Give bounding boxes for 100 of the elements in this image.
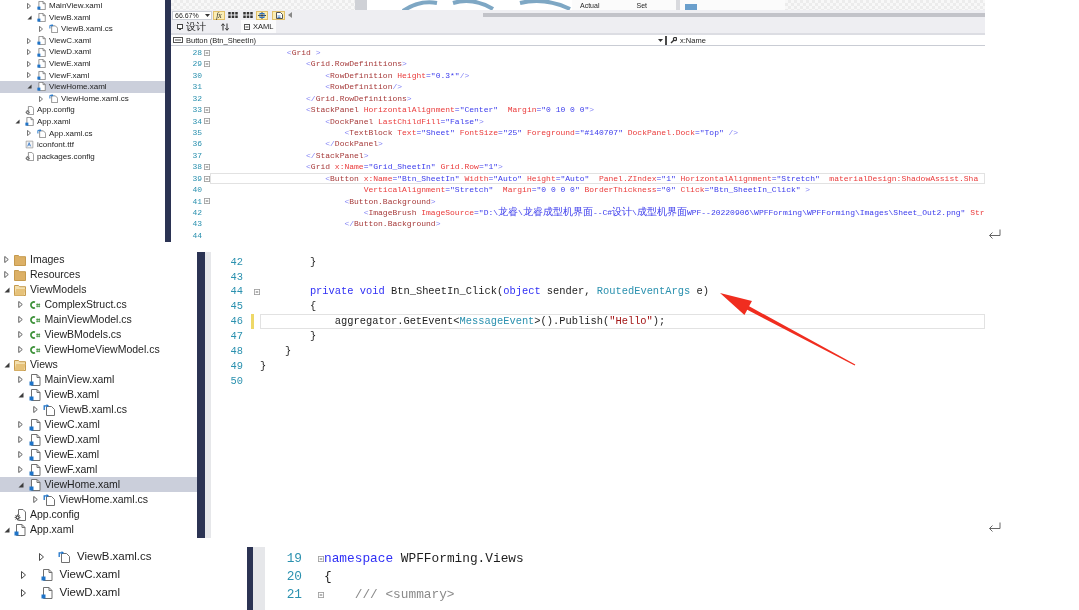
fold-icon[interactable] (204, 175, 210, 182)
fold-icon[interactable] (204, 198, 210, 205)
tree-item[interactable]: ViewF.xaml (0, 69, 165, 82)
fold-icon[interactable] (204, 118, 210, 125)
tree-item[interactable]: ViewF.xaml (0, 462, 197, 477)
tree-item[interactable]: Resources (0, 267, 197, 282)
crosshair-icon (258, 11, 266, 19)
expander-icon[interactable] (38, 553, 44, 561)
return-arrow-icon (988, 522, 1001, 532)
fold-icon[interactable] (318, 556, 324, 562)
tree-item[interactable]: ViewB.xaml.cs (0, 548, 247, 566)
caret-icon[interactable] (658, 38, 663, 42)
tree-item[interactable]: ViewE.xaml (0, 57, 165, 70)
tree-item[interactable]: ViewD.xaml (0, 46, 165, 58)
code-line: <StackPanel HorizontalAlignment="Center" Margin="0 10 0 0"> (306, 105, 595, 115)
fold-icon[interactable] (204, 61, 210, 68)
tree-item[interactable]: ViewB.xaml (0, 387, 197, 402)
splitter-bar (247, 547, 253, 610)
tree-item[interactable]: Views (0, 357, 197, 372)
line-number: 50 (230, 374, 243, 387)
document-arrow-icon (37, 128, 46, 138)
document-icon (37, 70, 46, 80)
csharp-file-icon (28, 328, 41, 341)
tree-item[interactable]: ViewE.xaml (0, 447, 197, 462)
code-line: </DockPanel> (325, 139, 383, 149)
grid-icon[interactable] (243, 12, 253, 18)
line-number: 31 (192, 82, 202, 92)
snap-button[interactable] (272, 10, 285, 20)
grid-icon[interactable] (228, 12, 238, 18)
csharp-file-icon (28, 343, 41, 356)
tree-item[interactable]: ViewModels (0, 282, 197, 297)
expander-icon[interactable] (27, 14, 32, 20)
tree-item[interactable]: iconfont.ttf (0, 139, 165, 151)
expander-icon[interactable] (21, 571, 26, 579)
snap-button[interactable] (256, 10, 268, 20)
fold-icon[interactable] (204, 164, 210, 171)
expander-icon[interactable] (3, 286, 10, 293)
expander-icon[interactable] (18, 391, 24, 398)
tree-item[interactable]: MainView.xaml (0, 0, 165, 12)
tree-item[interactable]: ViewHome.xaml.cs (0, 492, 197, 507)
tree-item[interactable]: ViewHomeViewModel.cs (0, 342, 197, 357)
line-number: 21 (286, 587, 302, 603)
expander-icon[interactable] (3, 361, 10, 368)
document-icon (28, 478, 41, 491)
tree-item[interactable]: ViewHome.xaml.cs (0, 92, 165, 105)
tree-item[interactable]: ViewB.xaml.cs (0, 23, 165, 35)
line-number: 29 (192, 59, 202, 69)
tree-item[interactable]: App.xaml (0, 115, 165, 128)
tree-item[interactable]: ComplexStruct.cs (0, 297, 197, 312)
expander-icon[interactable] (21, 589, 26, 597)
tree-item[interactable]: packages.config (0, 150, 165, 163)
line-number: 48 (230, 345, 243, 358)
tree-item[interactable]: Images (0, 252, 197, 267)
tree-item[interactable]: ViewC.xaml (0, 417, 197, 432)
expander-icon[interactable] (15, 119, 20, 125)
tree-item[interactable]: App.config (0, 104, 165, 116)
tree-item[interactable]: ViewHome.xaml (0, 81, 165, 93)
expander-icon[interactable] (18, 481, 24, 488)
line-number: 41 (192, 196, 202, 206)
expander-icon[interactable] (3, 526, 10, 533)
code-line: <Button.Background> (344, 196, 436, 207)
code-line: <TextBlock Text="Sheet" FontSize="25" Foreground="#140707" DockPanel.Dock="Top" /> (344, 128, 739, 138)
scroll-left-icon[interactable] (288, 12, 292, 18)
editor-tab[interactable]: 设计 (174, 20, 209, 33)
code-line: VerticalAlignment="Stretch" Margin="0 0 0 0" BorderThickness="0" Click="Btn_SheetIn_Click" > (363, 185, 811, 195)
tree-item[interactable]: ViewB.xaml (0, 11, 165, 24)
caret-icon[interactable] (205, 13, 210, 17)
document-gear-icon (25, 152, 34, 161)
swap-icon[interactable] (221, 22, 229, 31)
line-number: 42 (230, 255, 243, 268)
document-gear-icon (14, 508, 26, 521)
tree-item[interactable]: ViewD.xaml (0, 432, 197, 447)
document-icon (25, 117, 34, 127)
code-line: <ImageBrush ImageSource="D:\龙睿\龙睿成型机界面--C#设计\成型机界面WPF--20220906\WPFForming\WPFForming\Images\Sheet_Out2.png" Str (363, 207, 985, 218)
fold-icon[interactable] (254, 288, 260, 295)
expander-icon[interactable] (27, 84, 32, 90)
document-icon (28, 373, 41, 386)
tree-item[interactable]: ViewD.xaml (0, 584, 247, 602)
file-icon (25, 140, 34, 150)
tree-item[interactable]: ViewC.xaml (0, 34, 165, 47)
line-number: 42 (192, 208, 202, 218)
document-arrow-icon (58, 551, 70, 563)
scrollbar-thumb[interactable] (483, 13, 985, 17)
code-line: aggregator.GetEvent<MessageEvent>().Publish("Hello"); (334, 315, 666, 328)
tree-item[interactable]: App.xaml.cs (0, 127, 165, 140)
tree-item[interactable]: App.config (0, 507, 197, 522)
tree-item[interactable]: ViewC.xaml (0, 566, 247, 584)
tree-item[interactable]: MainViewModel.cs (0, 312, 197, 327)
line-number: 28 (192, 47, 202, 57)
tree-item[interactable]: MainView.xaml (0, 372, 197, 387)
code-line: <Grid x:Name="Grid_SheetIn" Grid.Row="1"> (306, 162, 503, 172)
code-line: <Button x:Name="Btn_SheetIn" Width="Auto" Height="Auto" Panel.ZIndex="1" HorizontalAlignment="Stretch" materialDesign:ShadowAssist.Sha (325, 173, 979, 184)
fold-icon[interactable] (204, 106, 210, 113)
tree-item[interactable]: ViewB.xaml.cs (0, 402, 197, 417)
tree-item[interactable]: ViewHome.xaml (0, 477, 197, 492)
fold-icon[interactable] (204, 49, 210, 56)
tree-item[interactable]: ViewBModels.cs (0, 327, 197, 342)
tree-item[interactable]: App.xaml (0, 522, 197, 537)
line-number: 34 (192, 116, 202, 126)
fold-icon[interactable] (318, 592, 324, 598)
